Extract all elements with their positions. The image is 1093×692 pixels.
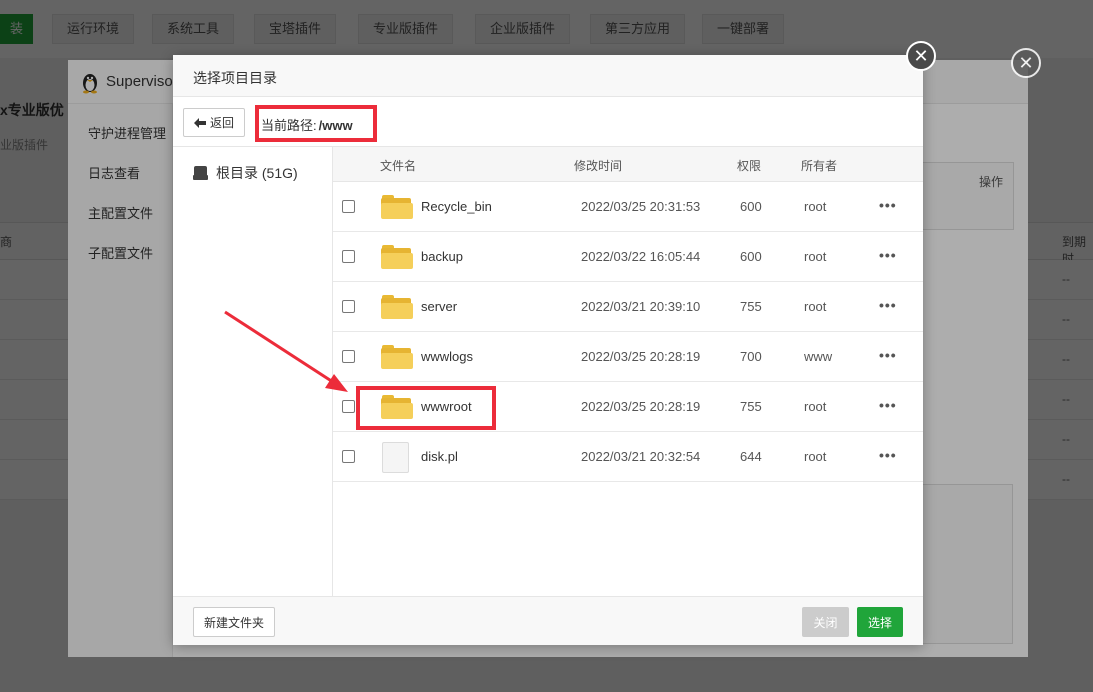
- file-mtime: 2022/03/25 20:28:19: [581, 399, 701, 414]
- file-name[interactable]: server: [421, 299, 457, 314]
- file-mtime: 2022/03/25 20:31:53: [581, 199, 701, 214]
- close-dialog-icon[interactable]: ✕: [906, 41, 936, 71]
- folder-icon: [381, 345, 413, 369]
- file-row[interactable]: Recycle_bin 2022/03/25 20:31:53 600 root…: [333, 182, 923, 232]
- row-checkbox[interactable]: [342, 450, 355, 463]
- file-mtime: 2022/03/21 20:32:54: [581, 449, 701, 464]
- row-checkbox[interactable]: [342, 400, 355, 413]
- hard-disk-icon: [193, 166, 208, 180]
- folder-icon: [381, 295, 413, 319]
- path-highlight-box: [255, 105, 377, 142]
- select-button[interactable]: 选择: [857, 607, 903, 637]
- row-checkbox[interactable]: [342, 200, 355, 213]
- col-permission[interactable]: 权限: [737, 157, 761, 174]
- file-owner: www: [804, 349, 833, 364]
- file-mtime: 2022/03/22 16:05:44: [581, 249, 701, 264]
- more-actions-icon[interactable]: •••: [879, 297, 897, 313]
- col-owner[interactable]: 所有者: [801, 157, 837, 174]
- file-row[interactable]: server 2022/03/21 20:39:10 755 root •••: [333, 282, 923, 332]
- file-list: 文件名 修改时间 权限 所有者 Recycle_bin 2022/03/25 2…: [333, 147, 923, 596]
- file-owner: root: [804, 399, 827, 414]
- file-name[interactable]: disk.pl: [421, 449, 458, 464]
- file-name[interactable]: backup: [421, 249, 463, 264]
- file-owner: root: [804, 249, 827, 264]
- row-checkbox[interactable]: [342, 300, 355, 313]
- close-supervisor-icon[interactable]: ✕: [1011, 48, 1041, 78]
- dialog-header: 选择项目目录: [173, 55, 923, 97]
- file-permission: 755: [740, 399, 762, 414]
- more-actions-icon[interactable]: •••: [879, 247, 897, 263]
- file-name[interactable]: wwwlogs: [421, 349, 473, 364]
- document-icon: [382, 442, 409, 473]
- back-label: 返回: [209, 116, 234, 130]
- file-permission: 600: [740, 199, 762, 214]
- more-actions-icon[interactable]: •••: [879, 447, 897, 463]
- more-actions-icon[interactable]: •••: [879, 397, 897, 413]
- wwwroot-highlight-box: [356, 386, 496, 430]
- col-modified-time[interactable]: 修改时间: [574, 157, 622, 174]
- folder-icon: [381, 195, 413, 219]
- file-mtime: 2022/03/25 20:28:19: [581, 349, 701, 364]
- select-directory-dialog: 选择项目目录 返回 当前路径:/www 根目录 (51G) 文件名 修改时间 权…: [173, 55, 923, 645]
- close-button[interactable]: 关闭: [802, 607, 849, 637]
- back-arrow-icon: [193, 117, 206, 128]
- back-button[interactable]: 返回: [183, 108, 245, 137]
- dialog-title: 选择项目目录: [193, 70, 277, 86]
- file-row[interactable]: backup 2022/03/22 16:05:44 600 root •••: [333, 232, 923, 282]
- directory-tree: 根目录 (51G): [173, 147, 333, 596]
- file-list-header: 文件名 修改时间 权限 所有者: [333, 147, 923, 182]
- more-actions-icon[interactable]: •••: [879, 197, 897, 213]
- file-row[interactable]: disk.pl 2022/03/21 20:32:54 644 root •••: [333, 432, 923, 482]
- col-filename[interactable]: 文件名: [380, 157, 416, 174]
- file-row[interactable]: wwwlogs 2022/03/25 20:28:19 700 www •••: [333, 332, 923, 382]
- root-directory-label: 根目录 (51G): [216, 165, 298, 181]
- file-permission: 700: [740, 349, 762, 364]
- row-checkbox[interactable]: [342, 250, 355, 263]
- more-actions-icon[interactable]: •••: [879, 347, 897, 363]
- file-mtime: 2022/03/21 20:39:10: [581, 299, 701, 314]
- file-owner: root: [804, 199, 827, 214]
- file-permission: 644: [740, 449, 762, 464]
- file-name[interactable]: Recycle_bin: [421, 199, 492, 214]
- row-checkbox[interactable]: [342, 350, 355, 363]
- file-owner: root: [804, 299, 827, 314]
- new-folder-button[interactable]: 新建文件夹: [193, 607, 275, 637]
- root-directory-item[interactable]: 根目录 (51G): [193, 163, 298, 183]
- file-permission: 755: [740, 299, 762, 314]
- folder-icon: [381, 245, 413, 269]
- file-permission: 600: [740, 249, 762, 264]
- file-owner: root: [804, 449, 827, 464]
- dialog-footer: 新建文件夹 关闭 选择: [173, 596, 923, 645]
